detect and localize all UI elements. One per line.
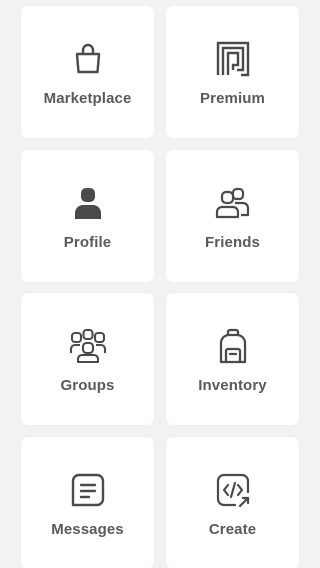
create-tile[interactable]: Create (166, 437, 299, 568)
friends-icon (213, 183, 253, 223)
backpack-icon (213, 326, 253, 366)
shopping-bag-icon (68, 39, 108, 79)
groups-icon (68, 326, 108, 366)
friends-label: Friends (205, 234, 260, 251)
profile-icon (68, 183, 108, 223)
more-menu-grid: Marketplace Premium Profile Friends Grou… (0, 0, 320, 568)
profile-label: Profile (63, 234, 112, 251)
groups-tile[interactable]: Groups (21, 293, 154, 425)
inventory-label: Inventory (198, 377, 267, 394)
friends-tile[interactable]: Friends (166, 150, 299, 282)
groups-label: Groups (60, 377, 115, 394)
profile-tile[interactable]: Profile (21, 150, 154, 282)
messages-label: Messages (51, 521, 124, 538)
message-icon (68, 470, 108, 510)
messages-tile[interactable]: Messages (21, 437, 154, 568)
marketplace-label: Marketplace (43, 90, 132, 107)
premium-icon (213, 39, 253, 79)
code-icon (213, 470, 253, 510)
create-label: Create (208, 521, 257, 538)
premium-label: Premium (200, 90, 265, 107)
inventory-tile[interactable]: Inventory (166, 293, 299, 425)
premium-tile[interactable]: Premium (166, 6, 299, 138)
marketplace-tile[interactable]: Marketplace (21, 6, 154, 138)
